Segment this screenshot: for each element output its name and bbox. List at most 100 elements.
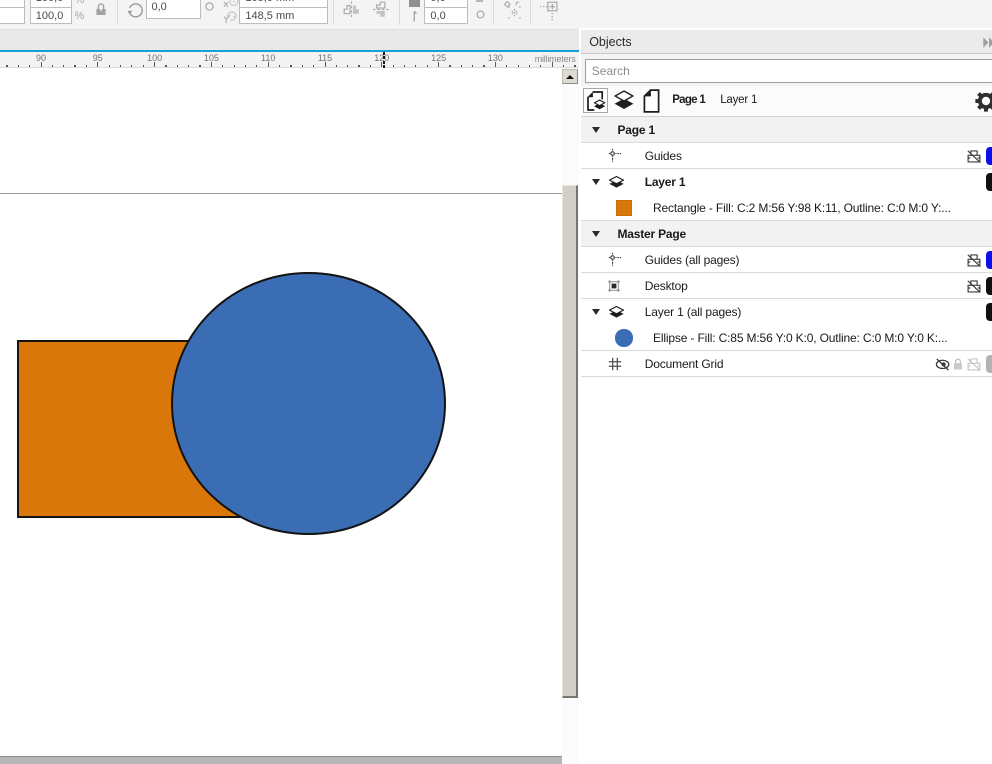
layer-color-swatch[interactable] (986, 251, 992, 269)
lock-ratio-icon[interactable] (95, 2, 107, 18)
tree-row-document-grid[interactable]: Document Grid (581, 351, 992, 377)
tree-row-label: Rectangle - Fill: C:2 M:56 Y:98 K:11, Ou… (653, 201, 951, 215)
tree-row-label: Master Page (617, 227, 686, 241)
ruler-minor-tick (131, 65, 132, 67)
scroll-up-button[interactable] (562, 69, 578, 84)
ruler-minor-tick (336, 65, 337, 67)
tree-row-master-page[interactable]: Master Page (581, 221, 992, 247)
tree-row-ellipse[interactable]: Ellipse - Fill: C:85 M:56 Y:0 K:0, Outli… (581, 325, 992, 351)
non-printing-icon[interactable] (967, 280, 981, 293)
percent-h-label: % (75, 0, 85, 6)
horizontal-scrollbar[interactable] (0, 756, 562, 764)
layer-color-swatch[interactable] (986, 173, 992, 191)
ruler-label: 100 (147, 53, 162, 63)
non-printing-icon[interactable] (967, 254, 981, 267)
objects-docker: Objects Page 1 Layer 1 Page 1GuidesLayer… (581, 28, 992, 764)
search-input[interactable] (585, 59, 992, 82)
ruler-minor-tick (188, 65, 189, 67)
nudge-bar-icon (409, 0, 421, 7)
expander-icon[interactable] (592, 231, 600, 237)
ruler-minor-tick (358, 65, 359, 67)
layer-color-swatch[interactable] (986, 277, 992, 295)
collapse-docker-icon[interactable] (983, 37, 992, 48)
search-band (581, 54, 992, 86)
layer-color-swatch[interactable] (986, 355, 992, 373)
ruler-minor-tick (540, 65, 541, 67)
tree-row-guides-all-pages[interactable]: Guides (all pages) (581, 247, 992, 273)
guides-icon (606, 148, 622, 162)
layer-color-swatch[interactable] (986, 303, 992, 321)
rotation-icon (127, 2, 145, 18)
ruler-units-label: millimeters (535, 54, 576, 64)
ruler-minor-tick (143, 65, 144, 67)
drawing-canvas[interactable] (0, 68, 562, 764)
vertical-scrollbar[interactable] (562, 68, 579, 764)
ruler-label: 130 (488, 53, 503, 63)
ellipse-shape[interactable] (171, 272, 446, 535)
docker-title: Objects (589, 35, 631, 49)
toolbar-gap (0, 29, 579, 50)
ruler-minor-tick (506, 65, 507, 67)
tree-row-rectangle[interactable]: Rectangle - Fill: C:2 M:56 Y:98 K:11, Ou… (581, 195, 992, 221)
pos-y-field[interactable]: 0,0 (424, 7, 468, 24)
size-height-field[interactable]: 148,5 mm (239, 7, 328, 24)
vertical-scrollbar-thumb[interactable] (562, 185, 578, 698)
expander-icon[interactable] (592, 309, 600, 315)
interactive-fill-icon[interactable] (539, 1, 558, 21)
snap-icon[interactable] (503, 1, 522, 21)
grid-icon (608, 357, 622, 371)
ruler-minor-tick (529, 65, 530, 67)
ruler-minor-tick (313, 65, 314, 67)
scale-v-field[interactable]: 100,0 (30, 7, 73, 24)
ruler-label: 125 (431, 53, 446, 63)
ruler-minor-tick (415, 65, 416, 67)
horizontal-ruler[interactable]: millimeters 9095100105110115120125130 (0, 52, 579, 69)
non-printing-icon[interactable] (967, 358, 981, 371)
docker-options-gear-icon[interactable] (974, 89, 992, 113)
pages-layers-icon (586, 91, 606, 111)
mirror-horizontal-icon[interactable] (343, 1, 360, 19)
ruler-minor-tick (279, 65, 280, 67)
layer-color-swatch[interactable] (986, 147, 992, 165)
desktop-icon (608, 280, 620, 292)
pages-view-icon[interactable] (643, 89, 660, 113)
rotation-angle-field[interactable]: 0,0 (146, 0, 201, 19)
tree-row-desktop[interactable]: Desktop (581, 273, 992, 299)
view-pages-layers-button[interactable] (583, 88, 608, 113)
ruler-minor-tick (63, 65, 64, 67)
expander-icon[interactable] (592, 127, 600, 133)
lock-icon[interactable] (953, 358, 963, 370)
rotate-x-icon (223, 0, 239, 8)
layers-icon (609, 176, 624, 188)
ruler-minor-tick (370, 65, 371, 67)
tree-row-label: Desktop (645, 279, 688, 293)
ruler-minor-tick (302, 65, 303, 67)
expander-icon[interactable] (592, 179, 600, 185)
ruler-minor-tick (165, 65, 166, 67)
ruler-cursor-mark (383, 52, 385, 55)
mirror-vertical-icon[interactable] (373, 1, 390, 19)
page-boundary-line (0, 193, 562, 195)
ruler-minor-tick (18, 65, 19, 67)
guides-icon (606, 252, 622, 266)
center-marker-icon (205, 2, 214, 11)
tree-row-page-1[interactable]: Page 1 (581, 117, 992, 143)
non-printing-icon[interactable] (967, 150, 981, 163)
layers-view-icon[interactable] (614, 89, 634, 111)
tree-row-layer-1-all-pages[interactable]: Layer 1 (all pages) (581, 299, 992, 325)
ruler-minor-tick (404, 65, 405, 67)
property-bar: 100,0 100,0 % % 0,0 105,0 mm 148,5 mm 0,… (0, 0, 992, 29)
coreldraw-window: 100,0 100,0 % % 0,0 105,0 mm 148,5 mm 0,… (0, 0, 992, 764)
ruler-label: 120 (374, 53, 389, 63)
tree-row-label: Ellipse - Fill: C:85 M:56 Y:0 K:0, Outli… (653, 331, 948, 345)
ruler-major-tick (552, 62, 553, 67)
ruler-minor-tick (222, 65, 223, 67)
up-arrow-icon (566, 75, 574, 79)
object-size-height-field[interactable] (0, 7, 25, 24)
ruler-minor-tick (245, 65, 246, 67)
docker-toolbar: Page 1 Layer 1 (581, 86, 992, 117)
visibility-off-icon[interactable] (935, 358, 951, 371)
ruler-minor-tick (120, 65, 121, 67)
tree-row-guides[interactable]: Guides (581, 143, 992, 169)
tree-row-layer-1[interactable]: Layer 1 (581, 169, 992, 195)
